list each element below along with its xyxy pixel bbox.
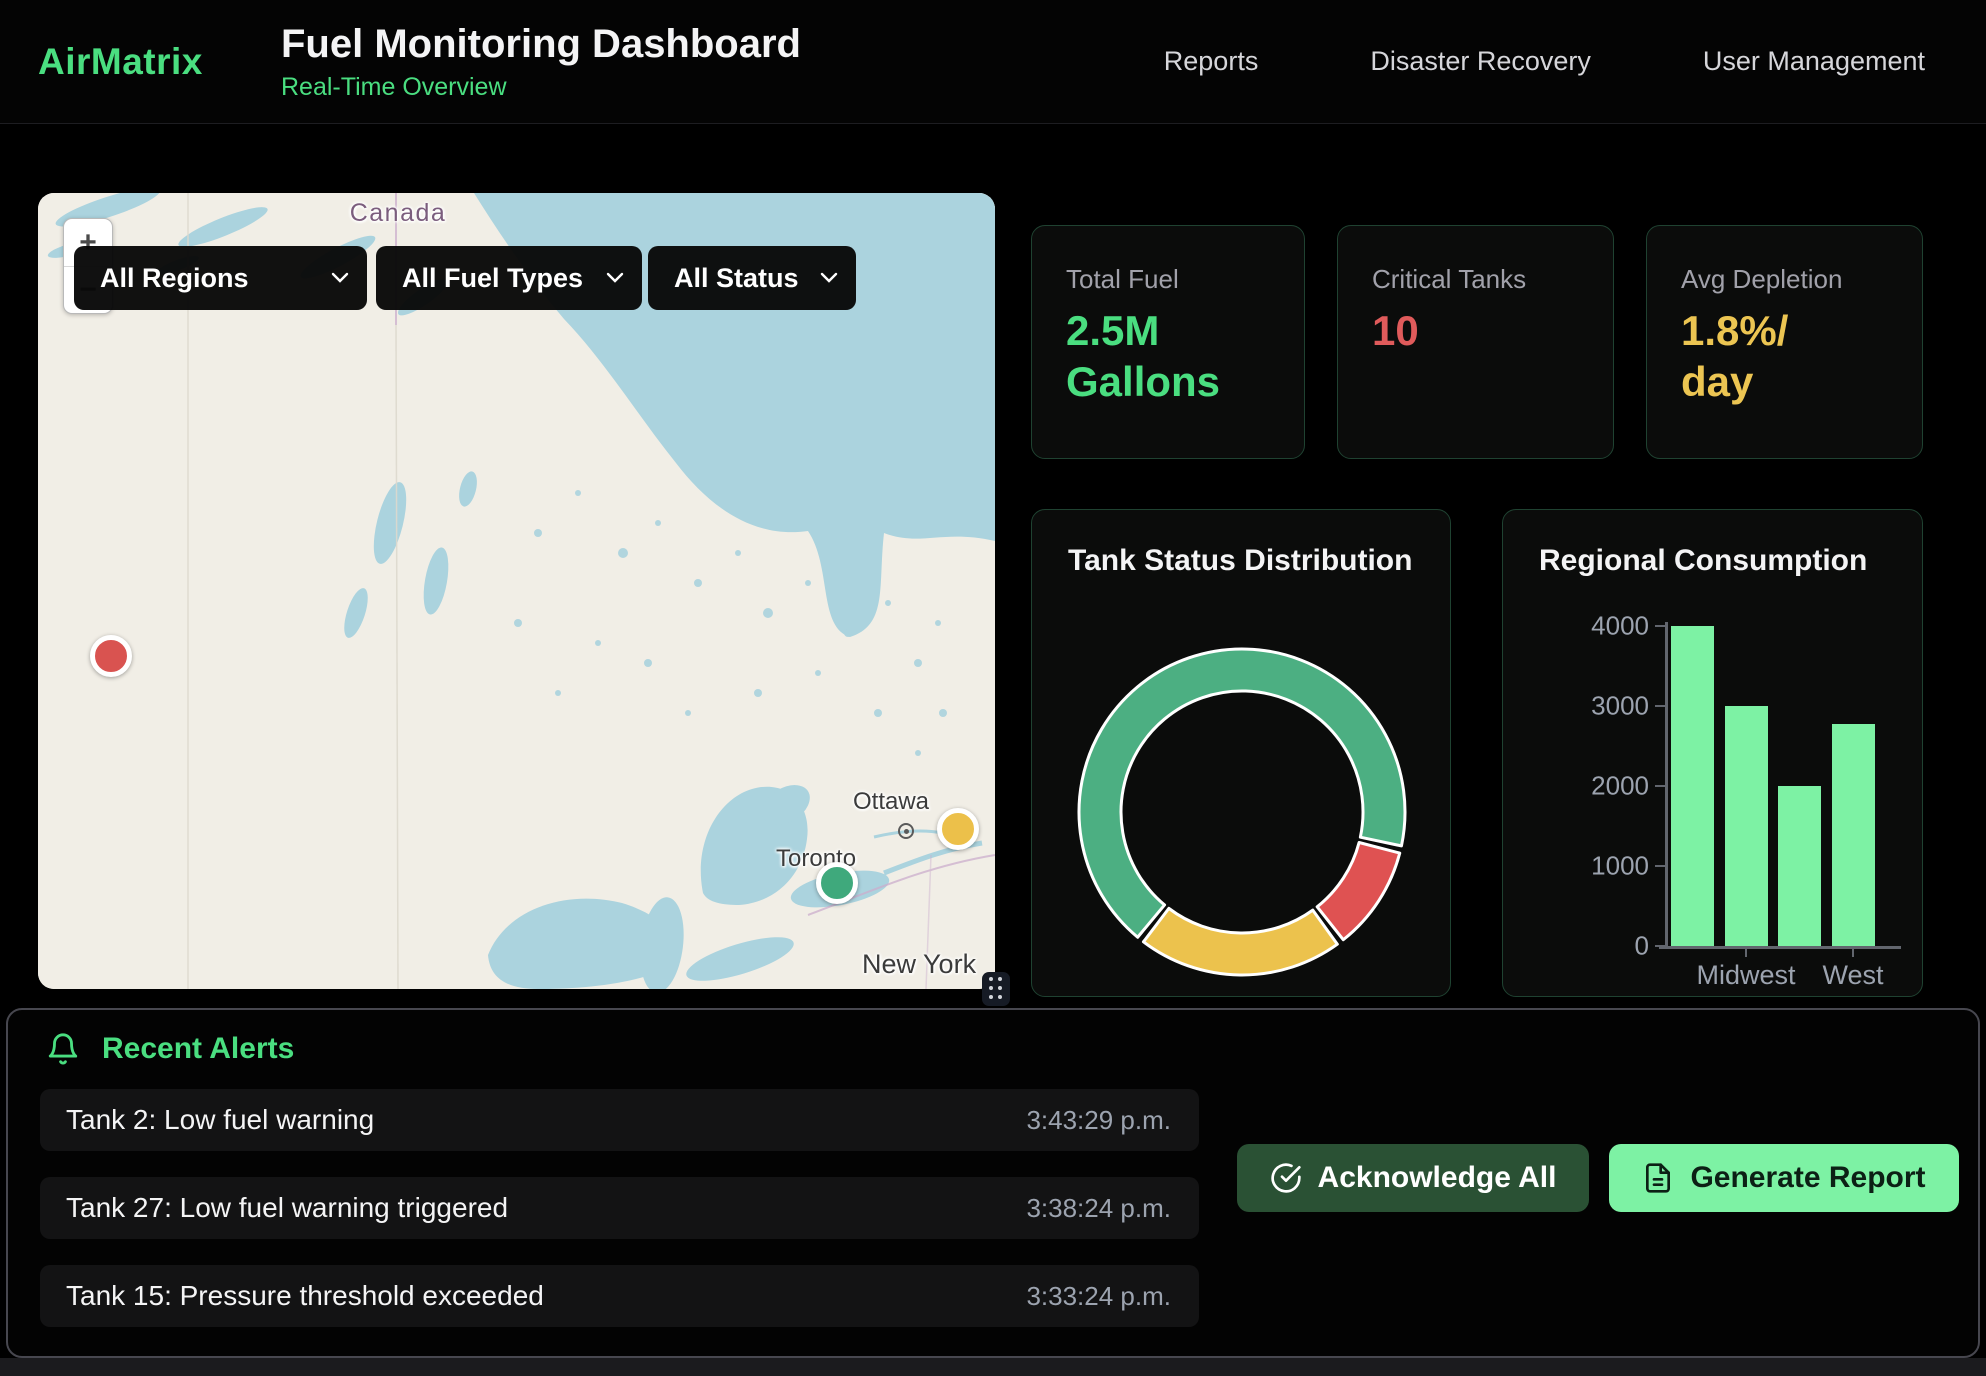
bell-icon <box>46 1032 80 1066</box>
screen: AirMatrix Fuel Monitoring Dashboard Real… <box>0 0 1986 1376</box>
y-tick-mark <box>1655 945 1666 947</box>
bar-0 <box>1671 626 1714 946</box>
chevron-down-icon <box>606 272 624 284</box>
map-canvas[interactable]: + − All Regions All Fuel Types All Statu… <box>38 193 995 989</box>
y-tick-label: 3000 <box>1573 691 1649 722</box>
bar-plot <box>1667 626 1897 946</box>
page-subtitle: Real-Time Overview <box>281 73 801 102</box>
y-tick-mark <box>1655 785 1666 787</box>
chevron-down-icon <box>331 272 349 284</box>
donut-chart <box>1032 510 1452 998</box>
status-filter-dropdown[interactable]: All Status <box>648 246 856 310</box>
stat-label: Avg Depletion <box>1681 264 1922 295</box>
y-tick-label: 2000 <box>1573 771 1649 802</box>
alerts-header: Recent Alerts <box>46 1032 294 1066</box>
generate-report-button[interactable]: Generate Report <box>1609 1144 1959 1212</box>
map-marker-warning[interactable] <box>937 808 979 850</box>
generate-report-label: Generate Report <box>1690 1161 1925 1195</box>
stat-card-total-fuel: Total Fuel 2.5M Gallons <box>1031 225 1305 459</box>
alert-text: Tank 15: Pressure threshold exceeded <box>66 1265 544 1327</box>
alert-time: 3:43:29 p.m. <box>1026 1089 1171 1151</box>
acknowledge-all-label: Acknowledge All <box>1318 1161 1557 1195</box>
fuel-type-filter-dropdown[interactable]: All Fuel Types <box>376 246 642 310</box>
city-label-newyork: New York <box>862 949 976 980</box>
nav-item-disaster-recovery[interactable]: Disaster Recovery <box>1370 46 1591 77</box>
alert-row[interactable]: Tank 2: Low fuel warning 3:43:29 p.m. <box>40 1089 1199 1151</box>
x-tick-label: Midwest <box>1696 960 1795 991</box>
x-tick-mark <box>1745 946 1747 957</box>
chart-title-regional-consumption: Regional Consumption <box>1539 544 1867 578</box>
map-marker-normal[interactable] <box>816 862 858 904</box>
y-tick-label: 4000 <box>1573 611 1649 642</box>
nav-item-reports[interactable]: Reports <box>1164 46 1259 77</box>
y-tick-mark <box>1655 865 1666 867</box>
check-circle-icon <box>1270 1162 1302 1194</box>
stat-label: Critical Tanks <box>1372 264 1613 295</box>
stat-value-avg-depletion: 1.8%/ day <box>1681 305 1922 407</box>
fuel-type-filter-value: All Fuel Types <box>402 263 583 294</box>
alerts-panel: Recent Alerts Tank 2: Low fuel warning 3… <box>6 1008 1980 1358</box>
alert-row[interactable]: Tank 27: Low fuel warning triggered 3:38… <box>40 1177 1199 1239</box>
chevron-down-icon <box>820 272 838 284</box>
y-tick-label: 0 <box>1573 931 1649 962</box>
page-title: Fuel Monitoring Dashboard <box>281 22 801 67</box>
alert-text: Tank 2: Low fuel warning <box>66 1089 374 1151</box>
y-tick-label: 1000 <box>1573 851 1649 882</box>
acknowledge-all-button[interactable]: Acknowledge All <box>1237 1144 1589 1212</box>
stat-label: Total Fuel <box>1066 264 1304 295</box>
brand-logo: AirMatrix <box>38 41 281 83</box>
footer-strip <box>0 1358 1986 1376</box>
bar-1 <box>1725 706 1768 946</box>
stat-card-avg-depletion: Avg Depletion 1.8%/ day <box>1646 225 1923 459</box>
bar-2 <box>1778 786 1821 946</box>
map-resize-handle[interactable] <box>982 972 1010 1006</box>
town-ring-icon <box>898 823 914 839</box>
y-tick-mark <box>1655 705 1666 707</box>
bar-3 <box>1832 724 1875 946</box>
chart-title-tank-status: Tank Status Distribution <box>1068 544 1412 578</box>
x-tick-mark <box>1852 946 1854 957</box>
country-label-canada: Canada <box>338 199 458 228</box>
region-filter-dropdown[interactable]: All Regions <box>74 246 367 310</box>
alert-row[interactable]: Tank 15: Pressure threshold exceeded 3:3… <box>40 1265 1199 1327</box>
region-filter-value: All Regions <box>100 263 249 294</box>
top-nav: Reports Disaster Recovery User Managemen… <box>1164 46 1986 77</box>
status-filter-value: All Status <box>674 263 799 294</box>
alert-text: Tank 27: Low fuel warning triggered <box>66 1177 508 1239</box>
x-axis-line <box>1659 946 1901 949</box>
app-header: AirMatrix Fuel Monitoring Dashboard Real… <box>0 0 1986 124</box>
donut-segment <box>1317 843 1400 940</box>
city-label-ottawa: Ottawa <box>853 788 929 816</box>
stat-value-critical-tanks: 10 <box>1372 305 1613 356</box>
chart-panel-regional-consumption: Regional Consumption 0 1000 2000 3000 4000 Mi… <box>1502 509 1923 997</box>
chart-panel-tank-status: Tank Status Distribution <box>1031 509 1451 997</box>
nav-item-user-management[interactable]: User Management <box>1703 46 1925 77</box>
alert-time: 3:38:24 p.m. <box>1026 1177 1171 1239</box>
alerts-title: Recent Alerts <box>102 1032 294 1066</box>
stat-value-total-fuel: 2.5M Gallons <box>1066 305 1304 407</box>
document-icon <box>1642 1162 1674 1194</box>
stat-card-critical-tanks: Critical Tanks 10 <box>1337 225 1614 459</box>
title-block: Fuel Monitoring Dashboard Real-Time Over… <box>281 22 801 102</box>
y-tick-mark <box>1655 625 1666 627</box>
map-marker-critical[interactable] <box>90 635 132 677</box>
x-tick-label: West <box>1822 960 1883 991</box>
alert-time: 3:33:24 p.m. <box>1026 1265 1171 1327</box>
donut-segment <box>1143 908 1337 975</box>
